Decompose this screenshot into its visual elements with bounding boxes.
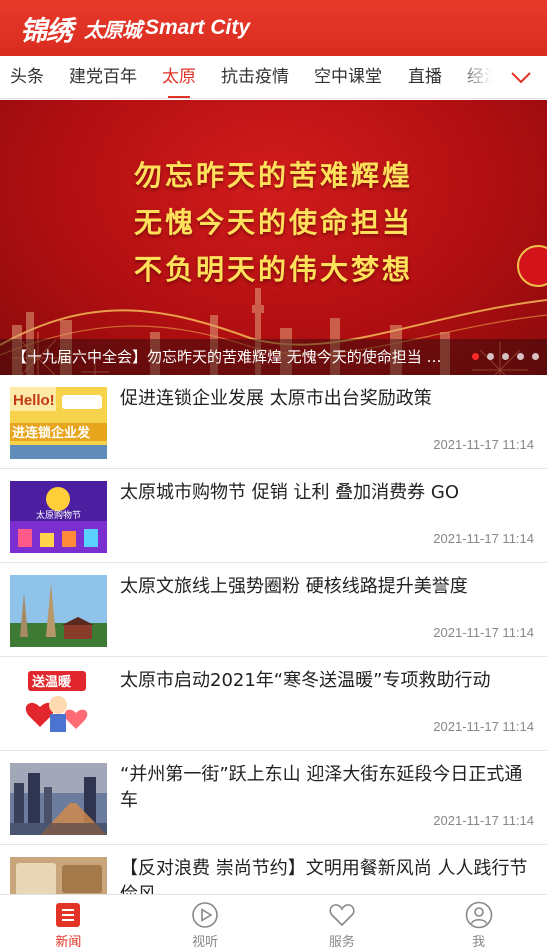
carousel-dots [472, 353, 539, 360]
play-icon [192, 902, 218, 928]
send-warmth-image: 送温暖 [10, 669, 107, 741]
nav-news-label: 新闻 [55, 935, 82, 950]
banner-line-3: 不负明天的伟大梦想 [133, 253, 413, 286]
nav-service[interactable]: 服务 [274, 895, 411, 950]
user-icon [465, 901, 492, 929]
news-title: 太原文旅线上强势圈粉 硬核线路提升美誉度 [120, 576, 468, 597]
carousel-dot[interactable] [517, 353, 524, 360]
news-time: 2021-11-17 11:14 [433, 625, 534, 640]
heart-icon [329, 904, 355, 927]
news-thumbnail [10, 763, 107, 835]
news-item[interactable]: 太原文旅线上强势圈粉 硬核线路提升美誉度 2021-11-17 11:14 [0, 563, 547, 657]
nav-video-label: 视听 [192, 935, 219, 950]
thumb-shopping: 太原购物节 [36, 509, 81, 521]
news-title: 促进连锁企业发展 太原市出台奖励政策 [120, 388, 432, 409]
news-time: 2021-11-17 11:14 [433, 813, 534, 828]
nav-me-label: 我 [472, 935, 486, 950]
news-thumbnail: 送温暖 [10, 669, 107, 741]
news-title: “并州第一街”跃上东山 迎泽大街东延段今日正式通车 [120, 764, 523, 811]
chevron-down-icon [511, 71, 531, 83]
nav-me[interactable]: 我 [410, 895, 547, 950]
news-thumbnail [10, 575, 107, 647]
nav-news[interactable]: 新闻 [0, 895, 137, 950]
chain-promo-image: Hello! 进连锁企业发 [10, 387, 107, 459]
news-item[interactable]: Hello! 进连锁企业发 促进连锁企业发展 太原市出台奖励政策 2021-11… [0, 375, 547, 469]
channel-tabs: 头条 建党百年 太原 抗击疫情 空中课堂 直播 经济 [0, 56, 547, 99]
carousel-dot[interactable] [532, 353, 539, 360]
tab-kongzhong[interactable]: 空中课堂 [314, 56, 382, 98]
news-thumbnail: Hello! 进连锁企业发 [10, 387, 107, 459]
news-title: 太原城市购物节 促销 让利 叠加消费券 GO [120, 482, 460, 503]
tab-more-button[interactable] [495, 56, 547, 98]
tab-toutiao[interactable]: 头条 [10, 56, 44, 98]
thumb-chain: 进连锁企业发 [12, 425, 91, 441]
carousel-dot[interactable] [502, 353, 509, 360]
carousel-dot[interactable] [487, 353, 494, 360]
banner-caption-text: 【十九届六中全会】勿忘昨天的苦难辉煌 无愧今天的使命担当 不负明天的伟大梦想 [12, 348, 447, 366]
tab-fade [455, 56, 500, 98]
app-header: 锦绣 太原城 Smart City [0, 0, 547, 56]
news-title: 太原市启动2021年“寒冬送温暖”专项救助行动 [120, 670, 491, 691]
tab-strip[interactable]: 头条 建党百年 太原 抗击疫情 空中课堂 直播 经济 [0, 56, 500, 98]
news-time: 2021-11-17 11:14 [433, 531, 534, 546]
news-item[interactable]: “并州第一街”跃上东山 迎泽大街东延段今日正式通车 2021-11-17 11:… [0, 751, 547, 845]
banner-line-2: 无愧今天的使命担当 [133, 206, 413, 239]
news-time: 2021-11-17 11:14 [433, 437, 534, 452]
news-item[interactable]: 送温暖 太原市启动2021年“寒冬送温暖”专项救助行动 2021-11-17 1… [0, 657, 547, 751]
banner-caption[interactable]: 【十九届六中全会】勿忘昨天的苦难辉煌 无愧今天的使命担当 不负明天的伟大梦想 [0, 339, 547, 375]
carousel-dot[interactable] [472, 353, 479, 360]
news-list: Hello! 进连锁企业发 促进连锁企业发展 太原市出台奖励政策 2021-11… [0, 375, 547, 939]
tab-taiyuan[interactable]: 太原 [162, 56, 196, 98]
banner-line-1: 勿忘昨天的苦难辉煌 [133, 159, 413, 192]
thumb-warmth: 送温暖 [31, 674, 72, 690]
street-night-image [10, 763, 107, 835]
banner-carousel[interactable]: 勿忘昨天的苦难辉煌 无愧今天的使命担当 不负明天的伟大梦想 【十九届六中全会】勿… [0, 100, 547, 375]
nav-video[interactable]: 视听 [137, 895, 274, 950]
news-icon [56, 903, 81, 927]
twin-pagodas-image [10, 575, 107, 647]
tab-kangyi[interactable]: 抗击疫情 [221, 56, 289, 98]
tab-jiandang[interactable]: 建党百年 [69, 56, 137, 98]
logo-en: Smart City [145, 16, 251, 39]
logo-script: 锦绣 [20, 15, 73, 47]
tab-zhibo[interactable]: 直播 [408, 56, 442, 98]
banner-headline: 勿忘昨天的苦难辉煌 无愧今天的使命担当 不负明天的伟大梦想 [0, 152, 547, 293]
news-item[interactable]: 太原购物节 太原城市购物节 促销 让利 叠加消费券 GO 2021-11-17 … [0, 469, 547, 563]
logo-cn: 太原城 [84, 17, 142, 42]
bottom-nav: 新闻 视听 服务 我 [0, 894, 547, 950]
shopping-festival-image: 太原购物节 [10, 481, 107, 553]
news-thumbnail: 太原购物节 [10, 481, 107, 553]
nav-service-label: 服务 [328, 935, 355, 950]
news-time: 2021-11-17 11:14 [433, 719, 534, 734]
thumb-hello: Hello! [13, 392, 55, 409]
